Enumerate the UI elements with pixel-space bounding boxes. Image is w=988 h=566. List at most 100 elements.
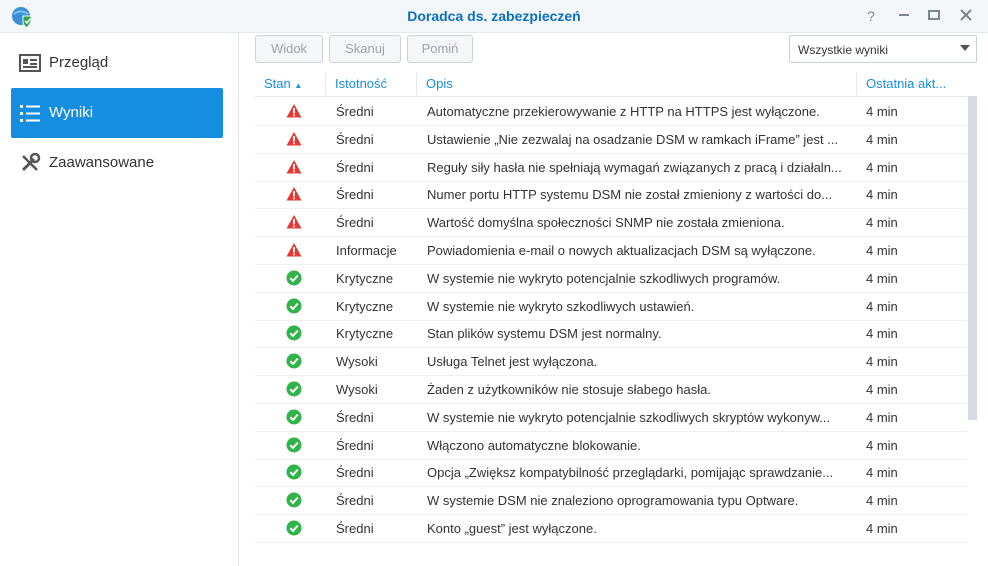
table-row[interactable]: Średni Konto „guest” jest wyłączone. 4 min xyxy=(255,514,967,543)
last-update-cell: 4 min xyxy=(866,159,898,175)
description-cell: Ustawienie „Nie zezwalaj na osadzanie DS… xyxy=(427,131,839,147)
description-cell: Reguły siły hasła nie spełniają wymagań … xyxy=(427,159,842,175)
description-cell: Opcja „Zwiększ kompatybilność przeglądar… xyxy=(427,465,834,481)
chevron-down-icon xyxy=(960,45,970,51)
severity-cell: Krytyczne xyxy=(336,326,394,342)
severity-cell: Średni xyxy=(336,159,374,175)
scan-button[interactable]: Skanuj xyxy=(329,35,401,63)
column-divider[interactable] xyxy=(416,73,417,95)
column-header-last-update[interactable]: Ostatnia akt... xyxy=(866,76,946,91)
column-header-label: Stan xyxy=(264,76,291,91)
check-circle-icon xyxy=(286,409,302,425)
sidebar-item-results[interactable]: Wyniki xyxy=(11,88,223,138)
table-row[interactable]: Średni Wartość domyślna społeczności SNMP… xyxy=(255,208,967,238)
list-icon xyxy=(20,105,40,122)
warning-icon xyxy=(286,242,302,258)
security-advisor-window: Doradca ds. zabezpieczeń ? Przegląd Wyni… xyxy=(0,0,988,566)
table-row[interactable]: Średni W systemie DSM nie znaleziono opro… xyxy=(255,486,967,516)
help-icon[interactable]: ? xyxy=(862,7,880,25)
check-circle-icon xyxy=(286,325,302,341)
column-header-status[interactable]: Stan ▲ xyxy=(264,76,302,91)
description-cell: W systemie nie wykryto potencjalnie szko… xyxy=(427,270,781,286)
sort-ascending-icon: ▲ xyxy=(294,81,303,90)
table-row[interactable]: Krytyczne Stan plików systemu DSM jest no… xyxy=(255,319,967,349)
description-cell: Stan plików systemu DSM jest normalny. xyxy=(427,326,662,342)
severity-cell: Krytyczne xyxy=(336,298,394,314)
warning-icon xyxy=(286,159,302,175)
severity-cell: Średni xyxy=(336,465,374,481)
description-cell: Wartość domyślna społeczności SNMP nie z… xyxy=(427,215,785,231)
severity-cell: Średni xyxy=(336,521,374,536)
description-cell: Włączono automatyczne blokowanie. xyxy=(427,437,641,453)
skip-button[interactable]: Pomiń xyxy=(407,35,473,63)
table-row[interactable]: Średni Automatyczne przekierowywanie z HT… xyxy=(255,97,967,126)
severity-cell: Średni xyxy=(336,409,374,425)
column-divider[interactable] xyxy=(325,73,326,95)
table-row[interactable]: Średni Numer portu HTTP systemu DSM nie z… xyxy=(255,180,967,210)
minimize-icon[interactable] xyxy=(895,7,913,25)
last-update-cell: 4 min xyxy=(866,187,898,203)
warning-icon xyxy=(286,103,302,119)
last-update-cell: 4 min xyxy=(866,437,898,453)
table-row[interactable]: Informacje Powiadomienia e-mail o nowych … xyxy=(255,236,967,265)
check-circle-icon xyxy=(286,492,302,508)
warning-icon xyxy=(286,186,302,202)
sidebar-item-label: Przegląd xyxy=(49,54,109,71)
table-row[interactable]: Średni Opcja „Zwiększ kompatybilność prze… xyxy=(255,458,967,488)
sidebar-item-overview[interactable]: Przegląd xyxy=(11,38,223,88)
warning-icon xyxy=(286,214,302,230)
severity-cell: Średni xyxy=(336,493,374,509)
severity-cell: Wysoki xyxy=(336,382,378,397)
table-row[interactable]: Krytyczne W systemie nie wykryto potencja… xyxy=(255,264,967,293)
sidebar-item-advanced[interactable]: Zaawansowane xyxy=(11,138,223,188)
sidebar: Przegląd Wyniki Zaawansowane xyxy=(0,33,239,566)
last-update-cell: 4 min xyxy=(866,326,898,342)
view-button[interactable]: Widok xyxy=(255,35,323,63)
last-update-cell: 4 min xyxy=(866,215,898,231)
column-header-description[interactable]: Opis xyxy=(426,76,453,91)
table-row[interactable]: Wysoki Usługa Telnet jest wyłączona. 4 min xyxy=(255,347,967,377)
tools-icon xyxy=(21,152,41,172)
check-circle-icon xyxy=(286,464,302,480)
results-table: Stan ▲ Istotność Opis Ostatnia akt... Śr… xyxy=(255,70,967,566)
severity-cell: Wysoki xyxy=(336,354,378,370)
window-title: Doradca ds. zabezpieczeń xyxy=(407,8,581,24)
last-update-cell: 4 min xyxy=(866,465,898,481)
last-update-cell: 4 min xyxy=(866,354,898,370)
results-filter-select[interactable]: Wszystkie wyniki xyxy=(789,35,977,63)
check-circle-icon xyxy=(286,520,302,536)
vertical-scrollbar[interactable] xyxy=(968,96,977,420)
last-update-cell: 4 min xyxy=(866,493,898,509)
last-update-cell: 4 min xyxy=(866,243,898,258)
last-update-cell: 4 min xyxy=(866,131,898,147)
last-update-cell: 4 min xyxy=(866,298,898,314)
table-row[interactable]: Średni W systemie nie wykryto potencjalni… xyxy=(255,403,967,432)
description-cell: Automatyczne przekierowywanie z HTTP na … xyxy=(427,104,820,119)
description-cell: Usługa Telnet jest wyłączona. xyxy=(427,354,598,370)
description-cell: Żaden z użytkowników nie stosuje słabego… xyxy=(427,382,711,397)
column-header-severity[interactable]: Istotność xyxy=(335,76,387,91)
table-row[interactable]: Średni Reguły siły hasła nie spełniają wy… xyxy=(255,153,967,182)
sidebar-item-label: Zaawansowane xyxy=(49,154,155,171)
description-cell: W systemie nie wykryto potencjalnie szko… xyxy=(427,409,831,425)
description-cell: W systemie nie wykryto szkodliwych ustaw… xyxy=(427,298,695,314)
severity-cell: Średni xyxy=(336,131,374,147)
column-divider[interactable] xyxy=(856,73,857,95)
table-row[interactable]: Średni Włączono automatyczne blokowanie. 4… xyxy=(255,431,967,460)
severity-cell: Informacje xyxy=(336,243,397,258)
warning-icon xyxy=(286,131,302,147)
last-update-cell: 4 min xyxy=(866,521,898,536)
severity-cell: Krytyczne xyxy=(336,270,394,286)
table-row[interactable]: Średni Ustawienie „Nie zezwalaj na osadza… xyxy=(255,125,967,154)
close-icon[interactable] xyxy=(957,7,975,25)
severity-cell: Średni xyxy=(336,437,374,453)
table-row[interactable]: Krytyczne W systemie nie wykryto szkodliw… xyxy=(255,292,967,321)
description-cell: Powiadomienia e-mail o nowych aktualizac… xyxy=(427,243,816,258)
maximize-icon[interactable] xyxy=(925,7,943,25)
sidebar-item-label: Wyniki xyxy=(49,104,94,121)
check-circle-icon xyxy=(286,353,302,369)
last-update-cell: 4 min xyxy=(866,104,898,119)
table-row[interactable]: Wysoki Żaden z użytkowników nie stosuje s… xyxy=(255,375,967,404)
check-circle-icon xyxy=(286,381,302,397)
table-header: Stan ▲ Istotność Opis Ostatnia akt... xyxy=(255,70,967,97)
